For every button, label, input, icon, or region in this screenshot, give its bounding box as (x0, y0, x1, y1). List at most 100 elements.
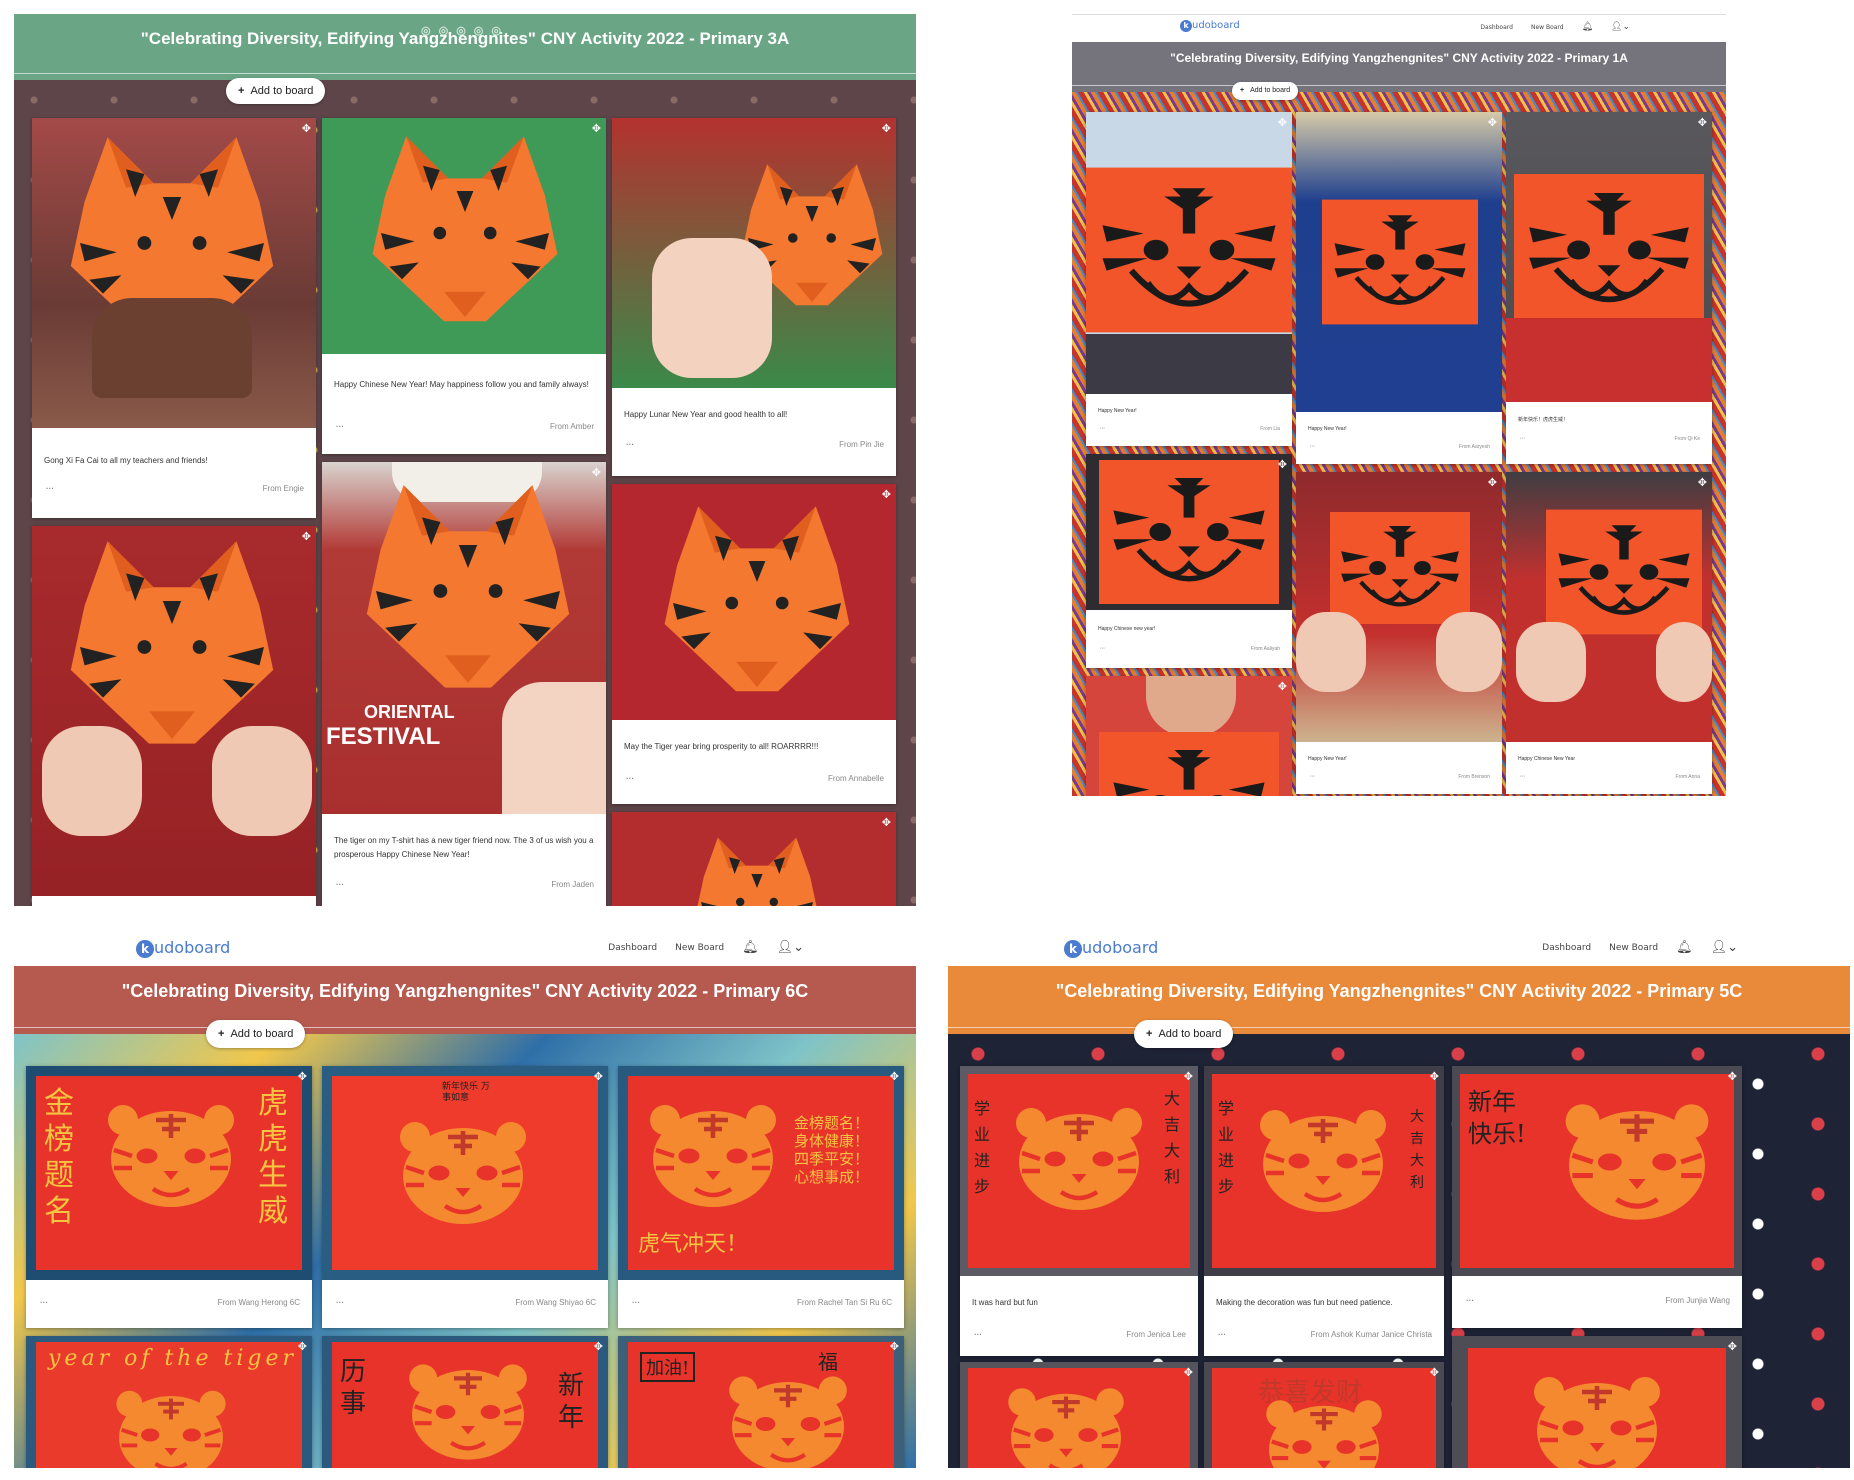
board-post[interactable]: 新年快乐 万事如意 ✥ ··· From Wang Shiyao 6C (322, 1066, 608, 1328)
board-post[interactable]: ✥ Happy Lunar New Year and good health t… (612, 118, 896, 476)
post-image[interactable]: 金榜题名 虎虎生威 (26, 1066, 312, 1280)
post-options-icon[interactable]: ··· (632, 1298, 640, 1307)
post-menu-icon[interactable]: ✥ (594, 1340, 603, 1353)
post-menu-icon[interactable]: ✥ (890, 1070, 899, 1083)
board-post[interactable]: 加油! 福 ✥ (618, 1336, 904, 1468)
post-image[interactable] (1506, 472, 1712, 742)
kudoboard-logo[interactable]: k udoboard (136, 938, 230, 958)
post-options-icon[interactable]: ··· (336, 1298, 344, 1307)
post-image[interactable] (32, 526, 316, 896)
board-post[interactable]: 历事 新年 ✥ (322, 1336, 608, 1468)
post-options-icon[interactable]: ··· (626, 440, 634, 449)
post-menu-icon[interactable]: ✥ (882, 488, 891, 501)
bell-icon[interactable]: 🔔︎ (742, 940, 759, 955)
post-image[interactable] (32, 118, 316, 428)
nav-dashboard[interactable]: Dashboard (1480, 24, 1513, 31)
post-image[interactable]: ORIENTAL FESTIVAL (322, 462, 606, 814)
bell-icon[interactable]: 🔔︎ (1582, 22, 1593, 32)
post-options-icon[interactable]: ··· (46, 484, 54, 493)
post-menu-icon[interactable]: ✥ (1278, 458, 1287, 471)
post-menu-icon[interactable]: ✥ (1278, 680, 1287, 693)
post-menu-icon[interactable]: ✥ (1488, 476, 1497, 489)
board-post[interactable]: ✥ (1086, 676, 1292, 796)
post-menu-icon[interactable]: ✥ (1184, 1070, 1193, 1083)
board-post[interactable]: ✥ Happy New Year! ··· From Brenson (1296, 472, 1502, 794)
nav-new-board[interactable]: New Board (675, 943, 724, 953)
post-options-icon[interactable]: ··· (1218, 1330, 1226, 1339)
post-options-icon[interactable]: ··· (974, 1330, 982, 1339)
kudoboard-logo[interactable]: k udoboard (1180, 20, 1240, 32)
post-image[interactable]: 学业进步 大吉大利 (1204, 1066, 1444, 1276)
post-options-icon[interactable]: ··· (336, 422, 344, 431)
post-image[interactable] (1296, 112, 1502, 412)
post-image[interactable] (1296, 472, 1502, 742)
post-menu-icon[interactable]: ✥ (1698, 116, 1707, 129)
post-menu-icon[interactable]: ✥ (302, 530, 311, 543)
post-image[interactable] (1086, 676, 1292, 796)
post-options-icon[interactable]: ··· (1310, 774, 1315, 780)
user-account-icon[interactable]: 👤︎⌄ (1711, 940, 1738, 955)
post-menu-icon[interactable]: ✥ (1278, 116, 1287, 129)
board-post[interactable]: 新年快乐! ✥ ··· From Junjia Wang (1452, 1066, 1742, 1328)
board-post[interactable]: 学业进步 大吉大利 ✥ Making the decoration was fu… (1204, 1066, 1444, 1356)
post-image[interactable] (612, 118, 896, 388)
board-post[interactable]: ✥ (960, 1362, 1198, 1468)
board-post[interactable]: 学业进步 大吉大利 ✥ It was hard but fun ··· From… (960, 1066, 1198, 1356)
nav-dashboard[interactable]: Dashboard (1542, 943, 1591, 953)
board-post[interactable]: ✥ Happy Chinese New Year ··· From Anna (1506, 472, 1712, 794)
post-menu-icon[interactable]: ✥ (1728, 1070, 1737, 1083)
post-menu-icon[interactable]: ✥ (592, 122, 601, 135)
bell-icon[interactable]: 🔔︎ (1676, 940, 1693, 955)
post-options-icon[interactable]: ··· (626, 774, 634, 783)
nav-new-board[interactable]: New Board (1531, 24, 1564, 31)
post-options-icon[interactable]: ··· (1466, 1296, 1474, 1305)
post-image[interactable] (1086, 112, 1292, 394)
board-post[interactable]: ✥ (1452, 1336, 1742, 1468)
board-post[interactable]: year of the tiger ✥ (26, 1336, 312, 1468)
post-menu-icon[interactable]: ✥ (298, 1340, 307, 1353)
board-post[interactable]: 恭喜发财 ✥ (1204, 1362, 1444, 1468)
board-post[interactable]: 金榜题名！身体健康！四季平安！心想事成！ 虎气冲天！ ✥ ··· From Ra… (618, 1066, 904, 1328)
post-options-icon[interactable]: ··· (1100, 426, 1105, 432)
board-post[interactable]: ✥ Happy Chinese New Year! May happiness … (322, 118, 606, 454)
board-post[interactable]: ✥ Happy New Year! ··· From Lia (1086, 112, 1292, 446)
post-menu-icon[interactable]: ✥ (1430, 1366, 1439, 1379)
add-to-board-button[interactable]: + Add to board (1232, 82, 1299, 100)
kudoboard-logo[interactable]: k udoboard (1064, 938, 1158, 958)
post-image[interactable] (1086, 454, 1292, 610)
board-post[interactable]: ✥ (32, 526, 316, 906)
post-menu-icon[interactable]: ✥ (1698, 476, 1707, 489)
post-menu-icon[interactable]: ✥ (1488, 116, 1497, 129)
board-post[interactable]: ✥ 新年快乐！虎虎生威！ ··· From Qi Ke (1506, 112, 1712, 464)
board-post[interactable]: ✥ (612, 812, 896, 906)
post-image[interactable] (1506, 112, 1712, 402)
post-image[interactable]: 新年快乐 万事如意 (322, 1066, 608, 1280)
post-options-icon[interactable]: ··· (1310, 444, 1315, 450)
post-image[interactable] (322, 118, 606, 354)
post-image[interactable]: 恭喜发财 (1204, 1362, 1444, 1468)
post-image[interactable]: 新年快乐! (1452, 1066, 1742, 1276)
post-options-icon[interactable]: ··· (40, 1298, 48, 1307)
board-post[interactable]: ✥ Happy New Year! ··· From Aaryesh (1296, 112, 1502, 464)
board-post[interactable]: ✥ Happy Chinese new year! ··· From Aaliy… (1086, 454, 1292, 668)
board-post[interactable]: 金榜题名 虎虎生威 ✥ ··· From Wang Herong 6C (26, 1066, 312, 1328)
post-menu-icon[interactable]: ✥ (882, 122, 891, 135)
post-menu-icon[interactable]: ✥ (1430, 1070, 1439, 1083)
post-options-icon[interactable]: ··· (1100, 646, 1105, 652)
post-image[interactable]: 学业进步 大吉大利 (960, 1066, 1198, 1276)
add-to-board-button[interactable]: + Add to board (226, 78, 326, 104)
nav-dashboard[interactable]: Dashboard (608, 943, 657, 953)
post-options-icon[interactable]: ··· (336, 880, 344, 889)
board-post[interactable]: ORIENTAL FESTIVAL ✥ The tiger on my T-sh… (322, 462, 606, 906)
post-image[interactable]: year of the tiger (26, 1336, 312, 1468)
post-image[interactable] (960, 1362, 1198, 1468)
post-image[interactable]: 金榜题名！身体健康！四季平安！心想事成！ 虎气冲天！ (618, 1066, 904, 1280)
emoji-reactions-icon[interactable]: ◎◎◎◎◎ (14, 14, 916, 37)
post-image[interactable] (1452, 1336, 1742, 1468)
post-menu-icon[interactable]: ✥ (594, 1070, 603, 1083)
board-post[interactable]: ✥ Gong Xi Fa Cai to all my teachers and … (32, 118, 316, 518)
add-to-board-button[interactable]: + Add to board (1134, 1020, 1234, 1048)
add-to-board-button[interactable]: + Add to board (206, 1020, 306, 1048)
post-menu-icon[interactable]: ✥ (1184, 1366, 1193, 1379)
post-menu-icon[interactable]: ✥ (592, 466, 601, 479)
